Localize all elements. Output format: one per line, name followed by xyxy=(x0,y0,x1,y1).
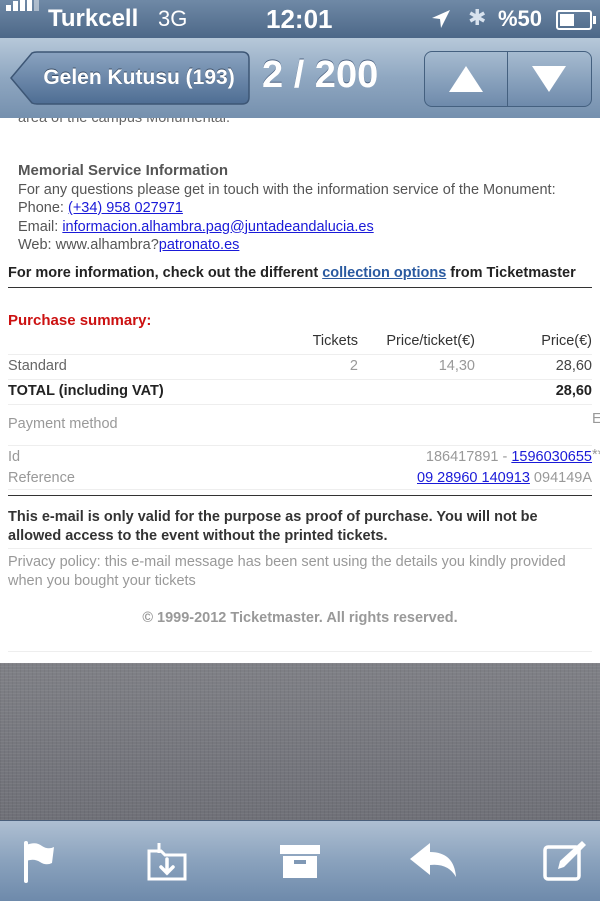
more-info-suffix: from Ticketmaster xyxy=(446,265,576,281)
reference-value: 09 28960 140913 094149A xyxy=(417,470,592,486)
table-row: Standard 2 14,30 28,60 xyxy=(8,355,592,380)
archive-button[interactable] xyxy=(270,833,330,889)
column-header: Price/ticket(€) xyxy=(386,333,475,349)
message-counter: 2 / 200 xyxy=(262,54,379,96)
compose-button[interactable] xyxy=(534,833,594,889)
validity-notice: This e-mail is only valid for the purpos… xyxy=(8,495,592,546)
more-info-line: For more information, check out the diff… xyxy=(8,265,592,288)
flag-button[interactable] xyxy=(10,833,70,889)
column-header: Price(€) xyxy=(541,333,592,349)
reply-button[interactable] xyxy=(398,833,458,889)
table-header-row: Tickets Price/ticket(€) Price(€) xyxy=(8,330,592,355)
purchase-table: Tickets Price/ticket(€) Price(€) Standar… xyxy=(8,330,600,490)
bottom-toolbar xyxy=(0,820,600,901)
battery-percent: %50 xyxy=(498,6,543,31)
web-label: Web: www.alhambra? xyxy=(18,237,159,253)
reference-label: Reference xyxy=(8,470,75,486)
line-price: 28,60 xyxy=(555,358,592,374)
bluetooth-icon: ✱ xyxy=(468,5,487,30)
phone-label: Phone: xyxy=(18,200,68,216)
column-header: Tickets xyxy=(312,333,358,349)
status-bar: Turkcell 3G 12:01 ✱ %50 xyxy=(0,0,600,38)
more-info-text: For more information, check out the diff… xyxy=(8,265,323,281)
copyright-notice: © 1999-2012 Ticketmaster. All rights res… xyxy=(142,610,458,626)
memorial-info: Memorial Service Information For any que… xyxy=(18,162,588,255)
web-link[interactable]: patronato.es xyxy=(159,237,240,253)
message-navigation xyxy=(424,51,592,107)
id-number: 186417891 - xyxy=(425,449,512,465)
email-body[interactable]: area of the campus Monumental. Memorial … xyxy=(0,118,600,663)
price-per-ticket: 14,30 xyxy=(438,358,475,374)
network-type: 3G xyxy=(158,6,188,31)
web-line: Web: www.alhambra?patronato.es xyxy=(18,236,588,255)
arrow-up-icon xyxy=(449,66,483,92)
reply-icon xyxy=(410,843,456,877)
battery-fill xyxy=(560,14,574,26)
memorial-description: For any questions please get in touch wi… xyxy=(18,181,556,198)
arrow-down-icon xyxy=(532,66,566,92)
linen-background xyxy=(0,663,600,820)
location-arrow-icon xyxy=(430,8,452,35)
payment-method-label: Payment method xyxy=(8,416,118,432)
next-message-button[interactable] xyxy=(508,52,590,106)
move-to-folder-button[interactable] xyxy=(137,833,197,889)
phone-link[interactable]: (+34) 958 027971 xyxy=(68,200,183,216)
reference-row: Reference 09 28960 140913 094149A xyxy=(8,467,592,490)
total-label: TOTAL (including VAT) xyxy=(8,383,164,399)
id-link[interactable]: 1596030655 xyxy=(511,449,592,465)
partial-text-line: area of the campus Monumental. xyxy=(18,118,230,126)
back-button[interactable]: Gelen Kutusu (193) xyxy=(10,51,250,105)
back-button-label: Gelen Kutusu (193) xyxy=(43,66,235,89)
compose-icon xyxy=(543,841,586,881)
previous-message-button[interactable] xyxy=(425,52,508,106)
archive-icon xyxy=(280,845,320,878)
id-value: 186417891 - 1596030655 xyxy=(426,449,592,465)
divider xyxy=(8,651,592,652)
nav-bar: Gelen Kutusu (193) 2 / 200 xyxy=(0,38,600,119)
phone-line: Phone: (+34) 958 027971 xyxy=(18,199,588,218)
total-price: 28,60 xyxy=(555,383,592,399)
flag-icon xyxy=(24,841,54,883)
payment-row: Payment method Card number: ***-37049 Ex… xyxy=(8,405,600,463)
email-line: Email: informacion.alhambra.pag@juntadea… xyxy=(18,218,588,237)
id-row: Id 186417891 - 1596030655 xyxy=(8,446,592,467)
collection-options-link[interactable]: collection options xyxy=(322,265,446,281)
privacy-policy: Privacy policy: this e-mail message has … xyxy=(8,548,592,591)
move-to-folder-icon xyxy=(147,843,187,881)
battery-icon xyxy=(556,10,596,30)
clock: 12:01 xyxy=(266,4,333,34)
reference-suffix: 094149A xyxy=(529,470,592,486)
ticket-type: Standard xyxy=(8,358,67,374)
email-link[interactable]: informacion.alhambra.pag@juntadeandaluci… xyxy=(62,219,373,235)
id-label: Id xyxy=(8,449,21,465)
purchase-summary-title: Purchase summary: xyxy=(8,312,152,329)
reference-link[interactable]: 09 28960 140913 xyxy=(417,470,530,486)
memorial-heading: Memorial Service Information xyxy=(18,162,229,179)
carrier-name: Turkcell xyxy=(48,5,139,32)
ticket-count: 2 xyxy=(349,358,358,374)
expiration-date: Expiration date: 01/2016 xyxy=(592,411,600,427)
total-row: TOTAL (including VAT) 28,60 xyxy=(8,380,592,405)
email-label: Email: xyxy=(18,218,63,235)
